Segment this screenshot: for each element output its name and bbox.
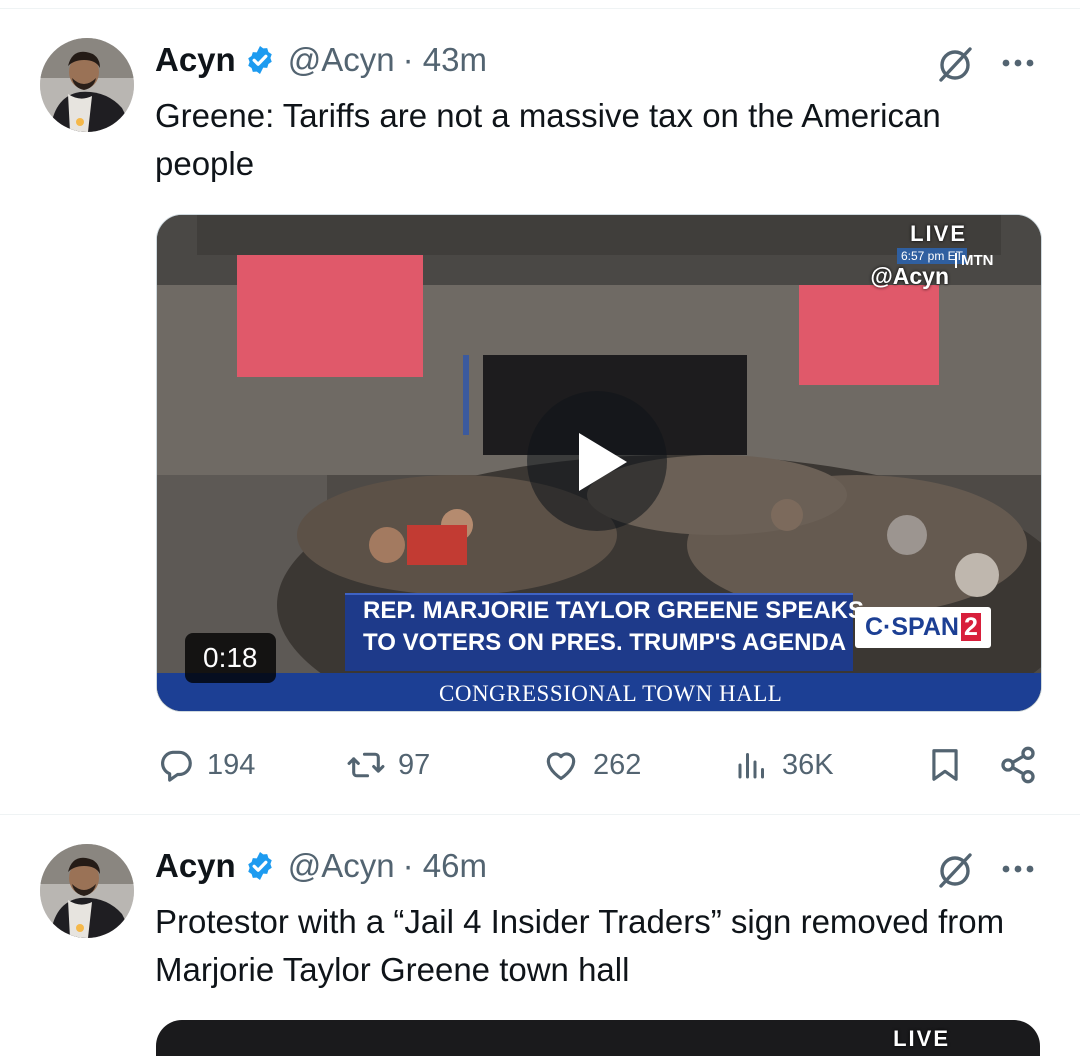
network-name: C·SPAN <box>865 613 959 641</box>
author-name[interactable]: Acyn <box>155 847 236 885</box>
avatar[interactable] <box>40 38 134 132</box>
live-label: LIVE <box>910 221 967 246</box>
verified-badge-icon <box>247 46 272 74</box>
author-handle[interactable]: @Acyn <box>288 41 395 79</box>
tweet-card[interactable]: Acyn @Acyn · 43m Greene: Tariffs are not… <box>0 10 1080 814</box>
tweet-header: Acyn @Acyn · 46m <box>155 844 487 888</box>
like-button[interactable]: 262 <box>541 740 641 790</box>
tweet-text: Greene: Tariffs are not a massive tax on… <box>155 97 941 182</box>
grok-icon[interactable] <box>935 44 975 84</box>
avatar-image <box>40 38 134 132</box>
tweet-time[interactable]: · 43m <box>403 41 487 79</box>
tweet-time[interactable]: · 46m <box>403 847 487 885</box>
play-icon <box>579 433 627 491</box>
share-icon <box>1001 746 1035 784</box>
reply-icon <box>161 750 192 782</box>
chyron-footer: CONGRESSIONAL TOWN HALL <box>439 681 783 706</box>
watermark-handle: @Acyn <box>870 263 949 289</box>
grok-icon[interactable] <box>935 850 975 890</box>
author-name[interactable]: Acyn <box>155 41 236 79</box>
verified-badge-icon <box>247 852 272 880</box>
bookmark-icon <box>932 749 958 781</box>
tweet-header: Acyn @Acyn · 43m <box>155 38 487 82</box>
repost-count: 97 <box>398 748 431 781</box>
retweet-icon <box>347 752 385 778</box>
play-button[interactable] <box>527 391 667 531</box>
video-player[interactable]: LIVE 6:57 pm ET @Acyn MTN REP. MARJORIE … <box>156 214 1042 712</box>
network-number: 2 <box>960 613 981 641</box>
chyron: REP. MARJORIE TAYLOR GREENE SPEAKS TO VO… <box>345 593 864 671</box>
video-duration: 0:18 <box>185 633 276 683</box>
tweet-text: Protestor with a “Jail 4 Insider Traders… <box>155 903 1005 988</box>
video-player[interactable]: LIVE <box>156 1020 1040 1056</box>
views-icon <box>738 753 764 779</box>
chyron-line-1: REP. MARJORIE TAYLOR GREENE SPEAKS <box>363 597 864 624</box>
reply-count: 194 <box>207 748 256 781</box>
bookmark-button[interactable] <box>926 740 976 790</box>
tweet-actions: 194 97 262 36K <box>0 740 1080 790</box>
mtn-logo: MTN <box>955 253 994 268</box>
tweet-divider <box>0 814 1080 815</box>
repost-button[interactable]: 97 <box>346 740 430 790</box>
reply-button[interactable]: 194 <box>157 740 255 790</box>
chyron-line-2: TO VOTERS ON PRES. TRUMP'S AGENDA <box>363 629 847 656</box>
live-label: LIVE <box>893 1026 950 1051</box>
more-icon[interactable] <box>996 856 1040 882</box>
views-count: 36K <box>782 748 834 781</box>
more-icon[interactable] <box>996 50 1040 76</box>
author-handle[interactable]: @Acyn <box>288 847 395 885</box>
avatar-image <box>40 844 134 938</box>
share-button[interactable] <box>998 740 1050 790</box>
avatar[interactable] <box>40 844 134 938</box>
network-logo: C·SPAN 2 <box>855 607 991 648</box>
views-button[interactable]: 36K <box>734 740 834 790</box>
top-divider <box>0 8 1080 9</box>
like-icon <box>546 752 576 781</box>
tweet-card[interactable]: Acyn @Acyn · 46m Protestor with a “Jail … <box>0 816 1080 1056</box>
like-count: 262 <box>593 748 642 781</box>
